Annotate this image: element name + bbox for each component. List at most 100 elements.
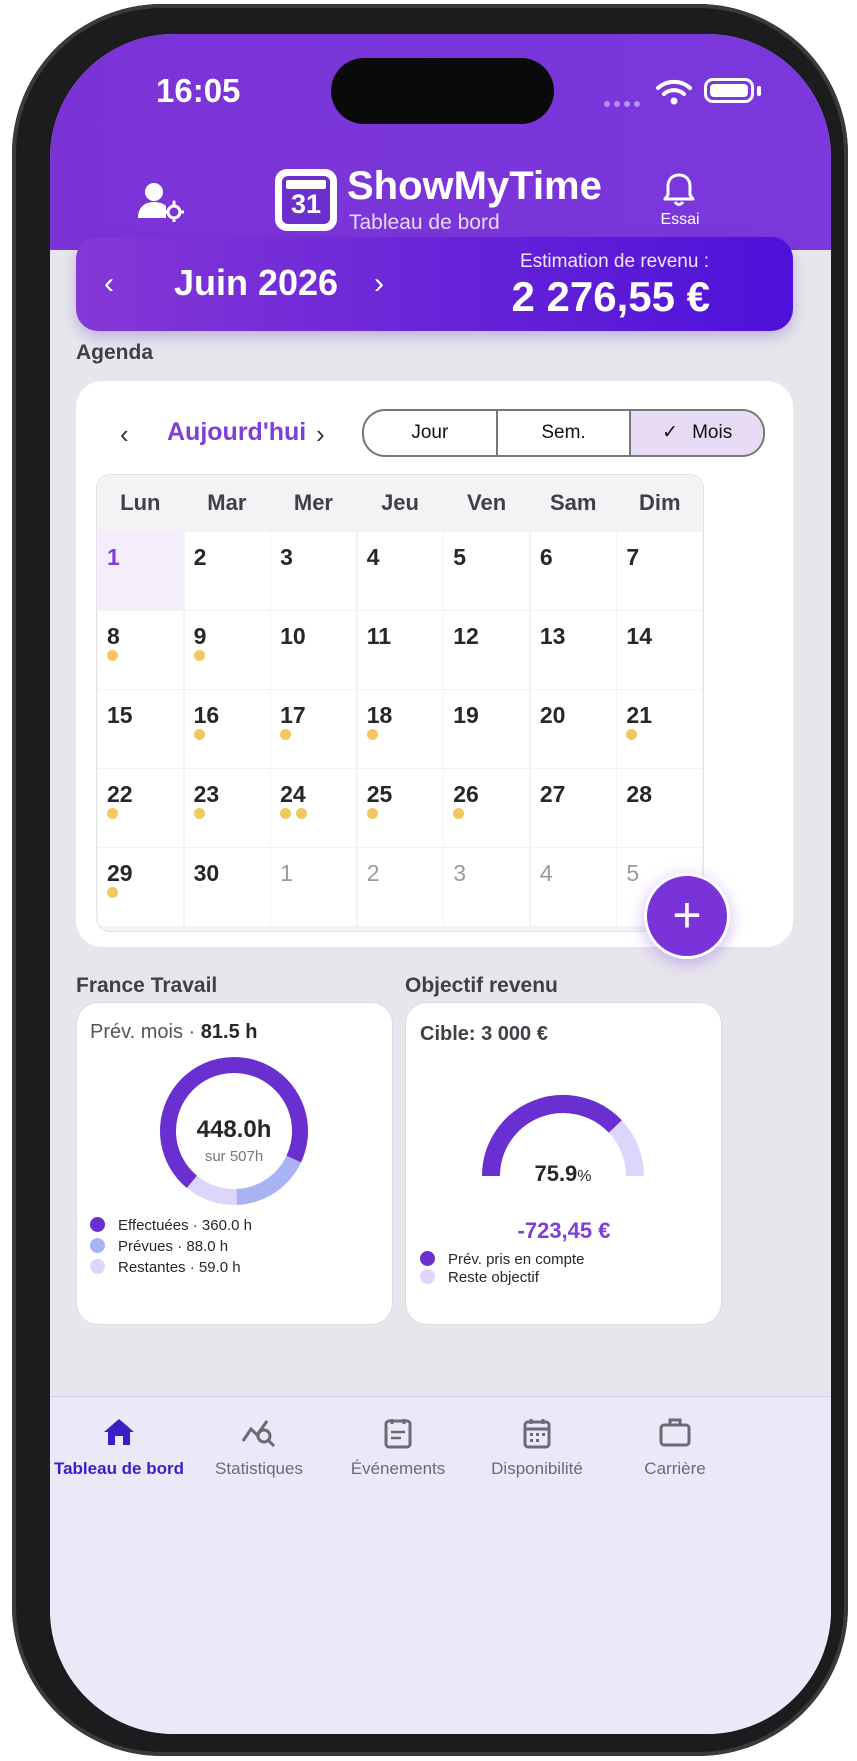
day-number: 15 <box>107 702 133 728</box>
calendar-day-cell[interactable]: 16 <box>184 690 270 768</box>
legend-label: Reste objectif <box>448 1269 539 1286</box>
view-week-button[interactable]: Sem. <box>498 411 632 455</box>
hours-donut-chart: 448.0h sur 507h <box>160 1057 308 1205</box>
calendar-day-cell[interactable]: 11 <box>357 611 443 689</box>
calendar-day-cell[interactable]: 25 <box>357 769 443 847</box>
day-number: 11 <box>366 623 392 649</box>
battery-icon <box>704 78 754 103</box>
calendar-day-cell[interactable]: 22 <box>98 769 183 847</box>
app-logo: 31 <box>275 169 337 231</box>
month-next-button[interactable]: › <box>374 267 384 301</box>
day-number: 17 <box>280 702 306 728</box>
legend-item: Prév. pris en compte <box>420 1251 584 1268</box>
day-number: 26 <box>453 781 479 807</box>
view-month-button[interactable]: ✓ Mois <box>631 411 763 455</box>
bell-icon[interactable] <box>662 172 696 208</box>
app-title: ShowMyTime <box>347 164 602 208</box>
dynamic-island <box>331 58 554 124</box>
agenda-prev-button[interactable]: ‹ <box>120 419 129 450</box>
bell-label[interactable]: Essai <box>650 211 710 229</box>
calendar-day-cell[interactable]: 26 <box>444 769 530 847</box>
tab-calendar[interactable]: Disponibilité <box>462 1417 612 1479</box>
calendar-day-cell[interactable]: 3 <box>444 848 530 926</box>
estimate-label: Estimation de revenu : <box>519 251 709 272</box>
calendar-day-cell[interactable]: 14 <box>617 611 703 689</box>
calendar-day-cell[interactable]: 1 <box>98 532 183 610</box>
calendar-day-cell[interactable]: 28 <box>617 769 703 847</box>
day-number: 9 <box>193 623 207 649</box>
calendar-day-cell[interactable]: 4 <box>530 848 616 926</box>
calendar-day-cell[interactable]: 17 <box>271 690 357 768</box>
calendar-day-cell[interactable]: 20 <box>530 690 616 768</box>
home-icon <box>50 1417 194 1455</box>
calendar-day-cell[interactable]: 21 <box>617 690 703 768</box>
view-month-label: Mois <box>692 422 733 443</box>
calendar-day-cell[interactable]: 18 <box>357 690 443 768</box>
day-number: 25 <box>366 781 393 807</box>
prev-month-hours: Prév. mois · 81.5 h <box>90 1021 257 1044</box>
weekday-dim: Dim <box>638 490 681 515</box>
day-number: 3 <box>280 544 293 570</box>
agenda-next-button[interactable]: › <box>316 419 325 450</box>
day-number: 1 <box>280 860 293 886</box>
calendar-day-cell[interactable]: 15 <box>98 690 183 768</box>
day-number: 4 <box>366 544 380 570</box>
calendar-day-cell[interactable]: 27 <box>530 769 616 847</box>
calendar-day-cell[interactable]: 29 <box>98 848 183 926</box>
tab-home[interactable]: Tableau de bord <box>50 1417 194 1479</box>
briefcase-icon <box>600 1417 750 1455</box>
tab-document[interactable]: Événements <box>323 1417 473 1479</box>
objectif-delta: -723,45 € <box>517 1218 611 1243</box>
event-dot <box>280 808 292 819</box>
event-dot <box>366 808 378 819</box>
legend-item: Reste objectif <box>420 1269 539 1286</box>
day-number: 27 <box>539 781 566 807</box>
event-dot <box>193 729 205 740</box>
calendar-day-cell[interactable]: 9 <box>184 611 270 689</box>
today-button[interactable]: Aujourd'hui <box>167 418 306 447</box>
event-dot <box>107 650 118 661</box>
legend-label: Prévues · 88.0 h <box>118 1238 229 1255</box>
calendar-day-cell[interactable]: 1 <box>271 848 357 926</box>
tab-label: Disponibilité <box>491 1459 583 1478</box>
day-number: 13 <box>539 623 566 649</box>
tab-briefcase[interactable]: Carrière <box>600 1417 750 1479</box>
calendar-icon <box>462 1417 612 1455</box>
calendar-day-cell[interactable]: 30 <box>184 848 270 926</box>
legend-label: Effectuées · 360.0 h <box>118 1217 252 1234</box>
france-travail-label: France Travail <box>76 974 218 997</box>
calendar-day-cell[interactable]: 2 <box>357 848 443 926</box>
tab-chart-search[interactable]: Statistiques <box>184 1417 334 1479</box>
calendar-day-cell[interactable]: 13 <box>530 611 616 689</box>
calendar-day-cell[interactable]: 6 <box>530 532 616 610</box>
gauge-remaining-arc <box>608 1120 644 1177</box>
weekday-mar: Mar <box>207 490 247 515</box>
add-event-button[interactable]: + <box>644 873 730 959</box>
calendar-day-cell[interactable]: 7 <box>617 532 703 610</box>
calendar-day-cell[interactable]: 3 <box>271 532 357 610</box>
donut-center-sub: sur 507h <box>205 1148 263 1165</box>
calendar-day-cell[interactable]: 19 <box>444 690 530 768</box>
phone-frame: 16:05 31 ShowMyTime Tableau de bord Essa… <box>12 4 848 1756</box>
day-number: 5 <box>626 860 640 886</box>
event-dot <box>453 808 465 819</box>
event-dot <box>296 808 308 819</box>
user-settings-icon[interactable] <box>138 182 184 222</box>
calendar-day-cell[interactable]: 10 <box>271 611 357 689</box>
calendar-day-cell[interactable]: 12 <box>444 611 530 689</box>
calendar-day-cell[interactable]: 5 <box>444 532 530 610</box>
day-number: 1 <box>107 544 120 570</box>
calendar-day-cell[interactable]: 8 <box>98 611 183 689</box>
day-number: 8 <box>107 623 120 649</box>
month-prev-button[interactable]: ‹ <box>104 267 114 301</box>
day-number: 2 <box>366 860 380 886</box>
calendar-day-cell[interactable]: 4 <box>357 532 443 610</box>
calendar-day-cell[interactable]: 23 <box>184 769 270 847</box>
agenda-section-label: Agenda <box>76 341 154 364</box>
document-icon <box>323 1417 473 1455</box>
view-day-button[interactable]: Jour <box>364 411 498 455</box>
calendar-day-cell[interactable]: 2 <box>184 532 270 610</box>
app-screen: 16:05 31 ShowMyTime Tableau de bord Essa… <box>50 34 831 1734</box>
calendar-day-cell[interactable]: 24 <box>271 769 357 847</box>
day-number: 23 <box>193 781 220 807</box>
